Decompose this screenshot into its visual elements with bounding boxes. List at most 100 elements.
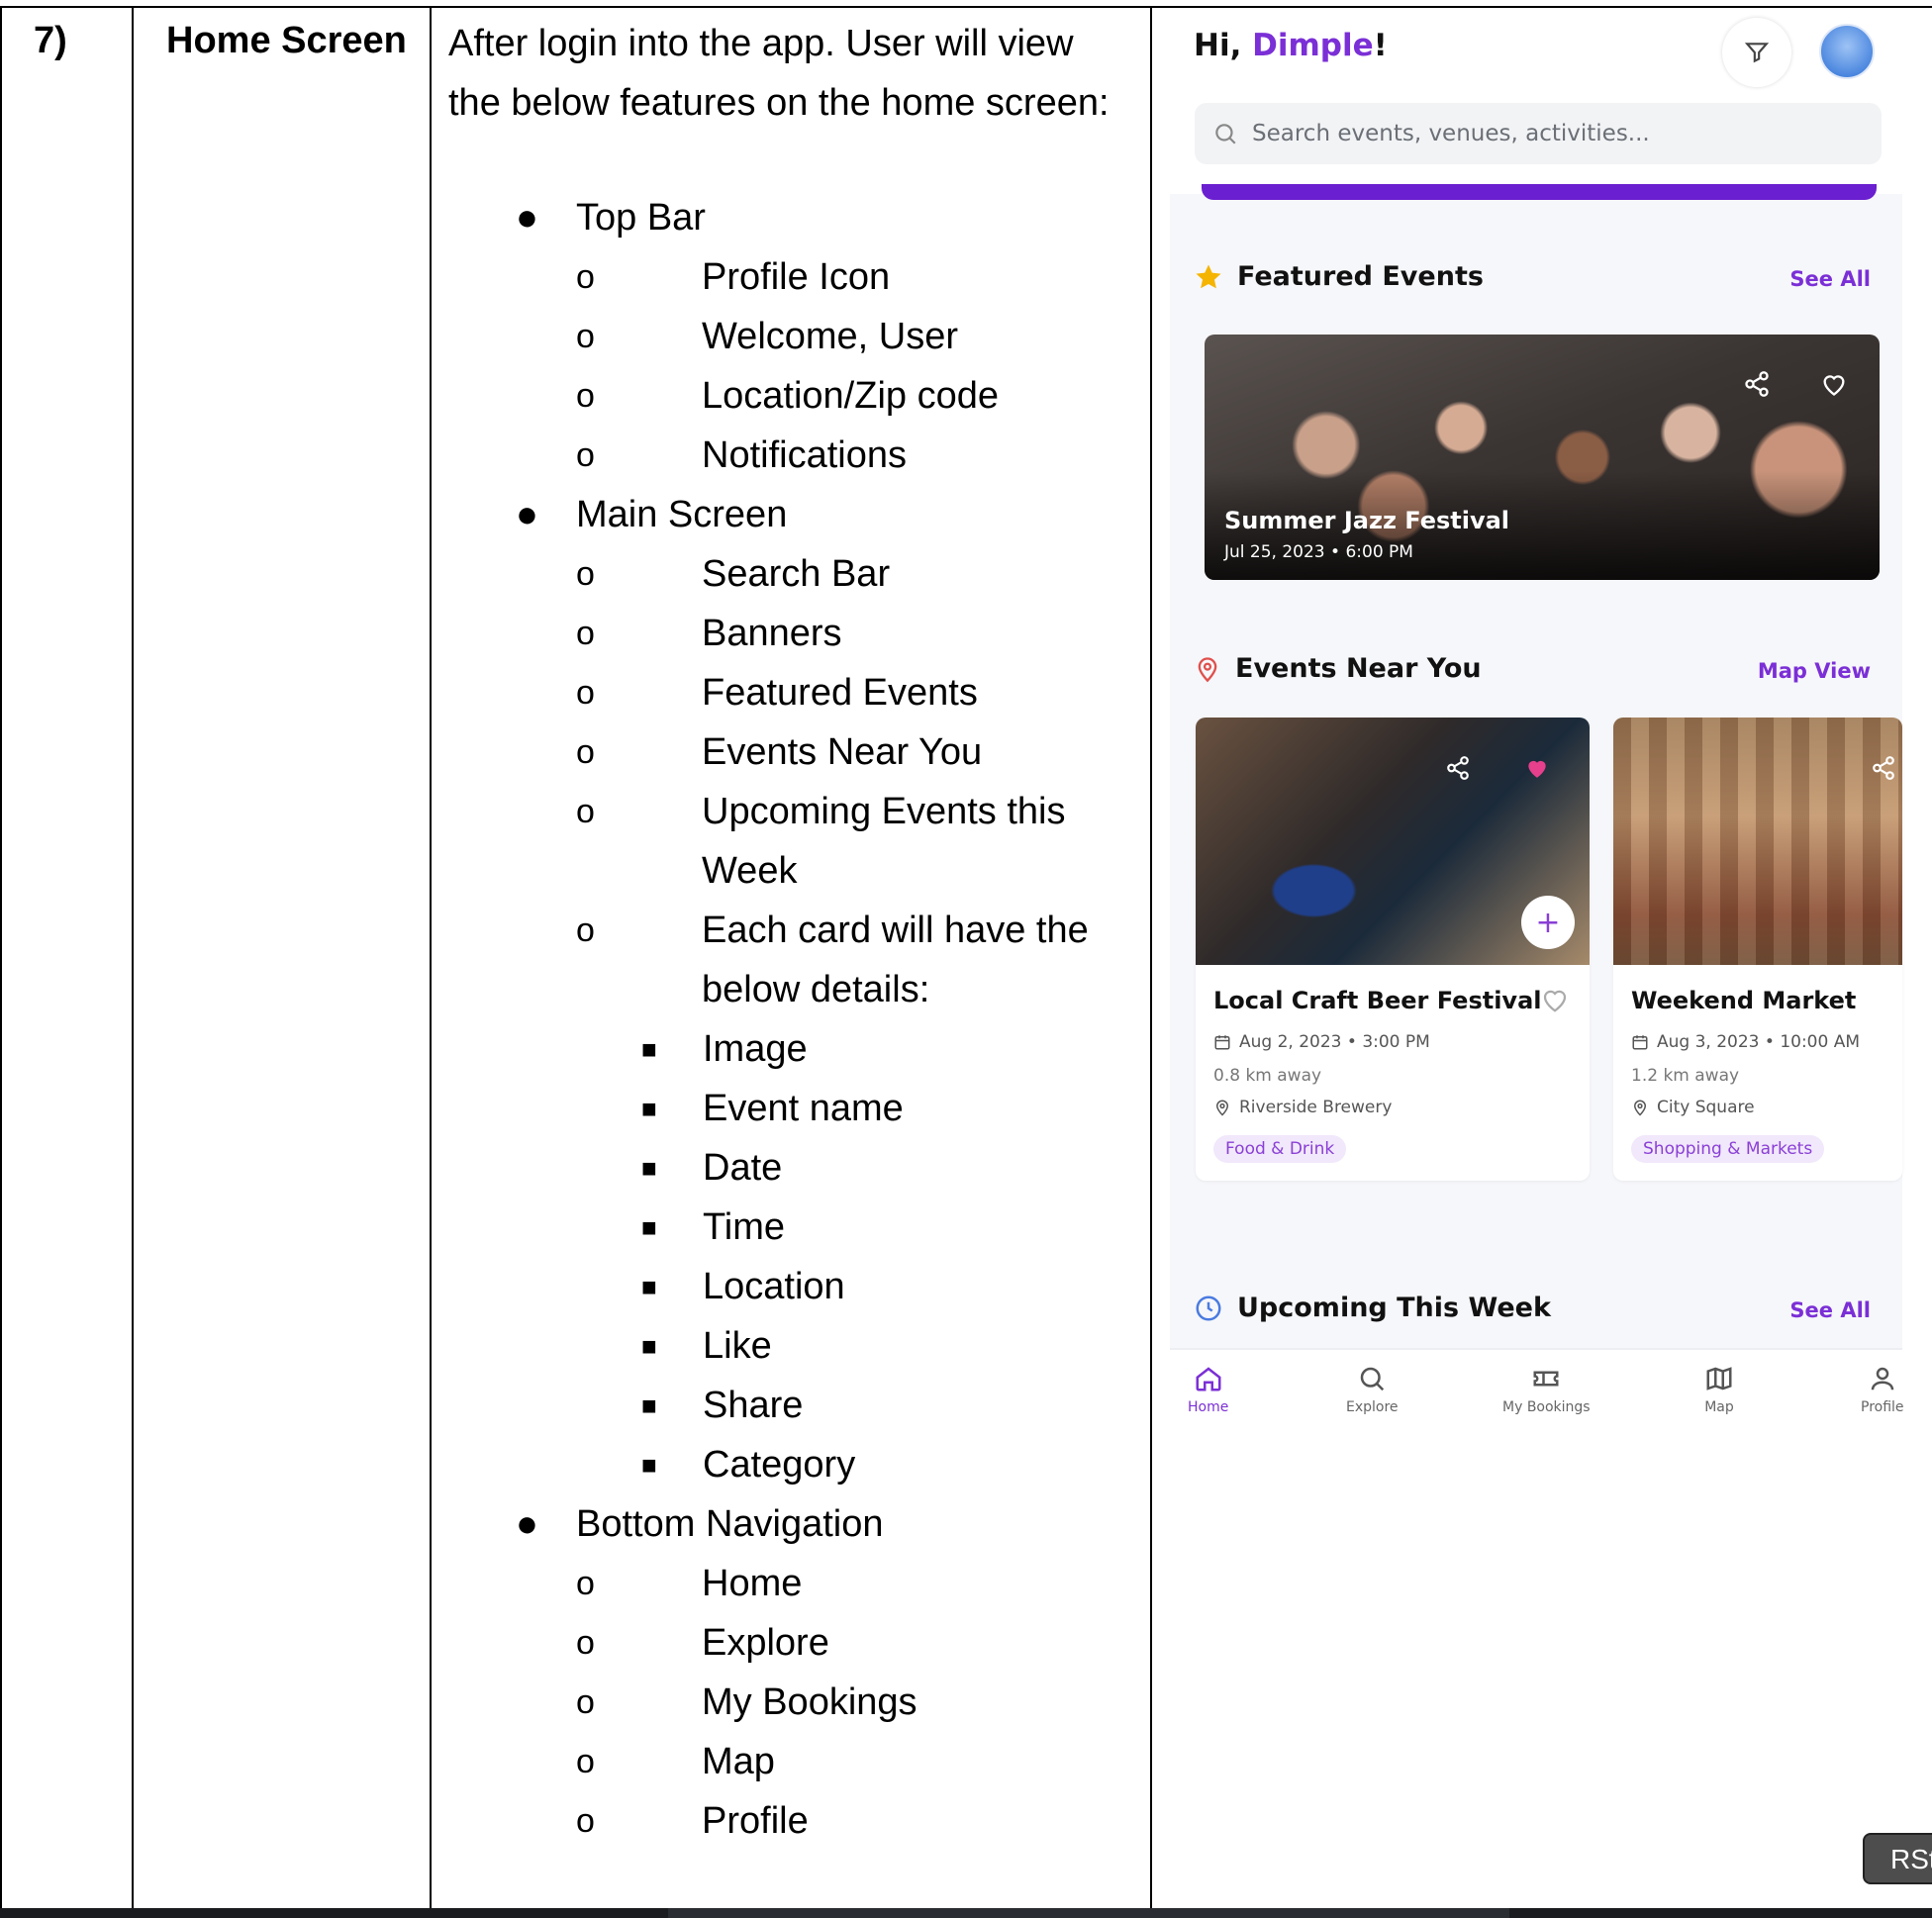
square-bullet-icon: ■ [641,1331,657,1361]
featured-event-card[interactable]: Summer Jazz Festival Jul 25, 2023 • 6:00… [1205,335,1880,580]
feature-item: o Explore [576,1613,1121,1673]
table-divider-1 [132,8,134,1908]
search-bar[interactable]: Search events, venues, activities... [1195,103,1882,164]
circle-bullet-icon: o [576,1565,595,1602]
feature-item: o Home [576,1554,1121,1613]
map-view-link[interactable]: Map View [1758,659,1871,683]
nav-explore[interactable]: Explore [1346,1364,1399,1415]
spec-table-row: 7) Home Screen After login into the app.… [0,6,1932,1908]
feature-group-label: Top Bar [576,197,706,239]
circle-bullet-icon: o [576,1683,595,1721]
featured-events-heading: Featured Events [1194,261,1484,292]
heart-outline-icon[interactable] [1540,985,1570,1014]
feature-item: o Profile [576,1791,1121,1851]
square-bullet-icon: ■ [641,1212,657,1242]
overlay-button[interactable]: RSt [1863,1833,1932,1884]
calendar-icon [1632,1035,1648,1050]
circle-bullet-icon: o [576,615,595,652]
table-divider-2 [430,8,432,1908]
feature-item: o Featured Events [576,663,1121,722]
event-date-row: Aug 2, 2023 • 3:00 PM [1213,1032,1430,1052]
window-bottom-bar [0,1908,1932,1918]
disc-bullet-icon: ● [516,494,538,535]
star-icon [1196,264,1221,288]
circle-bullet-icon: o [576,318,595,355]
upcoming-this-week-heading: Upcoming This Week [1194,1293,1551,1323]
event-image [1613,718,1902,965]
home-screen-mockup: Hi, Dimple! Search events, venues, activ… [1170,16,1904,1433]
location-pin-icon [1215,1100,1229,1116]
share-icon[interactable] [1871,755,1896,781]
feature-item: o Location/Zip code [576,366,1121,426]
home-icon [1196,1367,1221,1391]
feature-item: o Each card will have the below details: … [576,901,1121,1494]
featured-event-datetime: Jul 25, 2023 • 6:00 PM [1224,542,1413,562]
circle-bullet-icon: o [576,674,595,712]
card-detail-item: ■ Share [576,1376,1121,1435]
welcome-greeting: Hi, Dimple! [1194,28,1388,63]
card-detail-item: ■ Event name [576,1079,1121,1138]
row-title: Home Screen [166,20,407,61]
circle-bullet-icon: o [576,1624,595,1662]
feature-group-main-screen: ● Main Screen o Search Bar o Banners o Feat… [448,485,1121,1494]
card-detail-item: ■ Like [576,1316,1121,1376]
square-bullet-icon: ■ [641,1450,657,1480]
circle-bullet-icon: o [576,377,595,415]
location-pin-icon [1198,656,1217,682]
circle-bullet-icon: o [576,793,595,830]
square-bullet-icon: ■ [641,1094,657,1123]
feature-sublist: o Search Bar o Banners o Featured Events oE… [576,544,1121,1494]
feature-group-bottom-navigation: ● Bottom Navigation o Home o Explore o My B… [448,1494,1121,1851]
card-detail-item: ■ Image [576,1019,1121,1079]
nav-profile[interactable]: Profile [1861,1364,1904,1415]
feature-sublist: o Home o Explore o My Bookings o Map o Profil… [576,1554,1121,1851]
bottom-navigation: Home Explore My Bookings Map Profile [1170,1348,1904,1433]
feature-item: o Map [576,1732,1121,1791]
feature-item: o Banners [576,604,1121,663]
event-name: Local Craft Beer Festival [1213,987,1542,1014]
calendar-icon [1214,1035,1230,1050]
heart-filled-icon[interactable] [1524,755,1550,781]
clock-icon [1196,1295,1221,1320]
nav-my-bookings[interactable]: My Bookings [1502,1364,1591,1415]
profile-avatar[interactable] [1819,24,1875,79]
plus-icon: + [1535,905,1561,940]
category-tag[interactable]: Food & Drink [1213,1135,1347,1163]
scrollbar[interactable] [668,1908,1509,1918]
featured-see-all-link[interactable]: See All [1789,267,1871,291]
share-icon[interactable] [1445,755,1471,781]
user-name: Dimple [1252,28,1374,63]
nav-map[interactable]: Map [1704,1364,1734,1415]
card-detail-item: ■ Date [576,1138,1121,1198]
nav-home[interactable]: Home [1188,1364,1228,1415]
filter-icon [1744,43,1770,63]
circle-bullet-icon: o [576,733,595,771]
heart-icon[interactable] [1820,370,1848,398]
event-card[interactable]: + Local Craft Beer Festival Aug 2, 2023 … [1196,718,1590,1181]
event-venue-row: Riverside Brewery [1213,1098,1392,1117]
card-detail-item: ■ Time [576,1198,1121,1257]
table-divider-3 [1150,8,1152,1908]
banner[interactable] [1202,184,1877,200]
circle-bullet-icon: o [576,1802,595,1840]
card-detail-item: ■ Location [576,1257,1121,1316]
share-icon[interactable] [1743,370,1771,398]
feature-sublist: o Profile Icon o Welcome, User o Location/Z… [576,247,1121,485]
description-intro: After login into the app. User will view… [448,23,1110,124]
circle-bullet-icon: o [576,1743,595,1780]
filter-button[interactable] [1722,18,1791,87]
add-button[interactable]: + [1521,896,1575,949]
featured-event-name: Summer Jazz Festival [1224,507,1510,534]
search-placeholder: Search events, venues, activities... [1252,121,1650,146]
upcoming-see-all-link[interactable]: See All [1789,1298,1871,1322]
feature-item: o Notifications [576,426,1121,485]
circle-bullet-icon: o [576,555,595,593]
disc-bullet-icon: ● [516,197,538,239]
event-date-row: Aug 3, 2023 • 10:00 AM [1631,1032,1860,1052]
circle-bullet-icon: o [576,436,595,474]
event-card[interactable]: Weekend Market Aug 3, 2023 • 10:00 AM 1.… [1613,718,1902,1181]
square-bullet-icon: ■ [641,1153,657,1183]
feature-list: ● Top Bar o Profile Icon o Welcome, User o… [448,188,1121,1851]
event-distance: 0.8 km away [1213,1066,1322,1086]
category-tag[interactable]: Shopping & Markets [1631,1135,1825,1163]
